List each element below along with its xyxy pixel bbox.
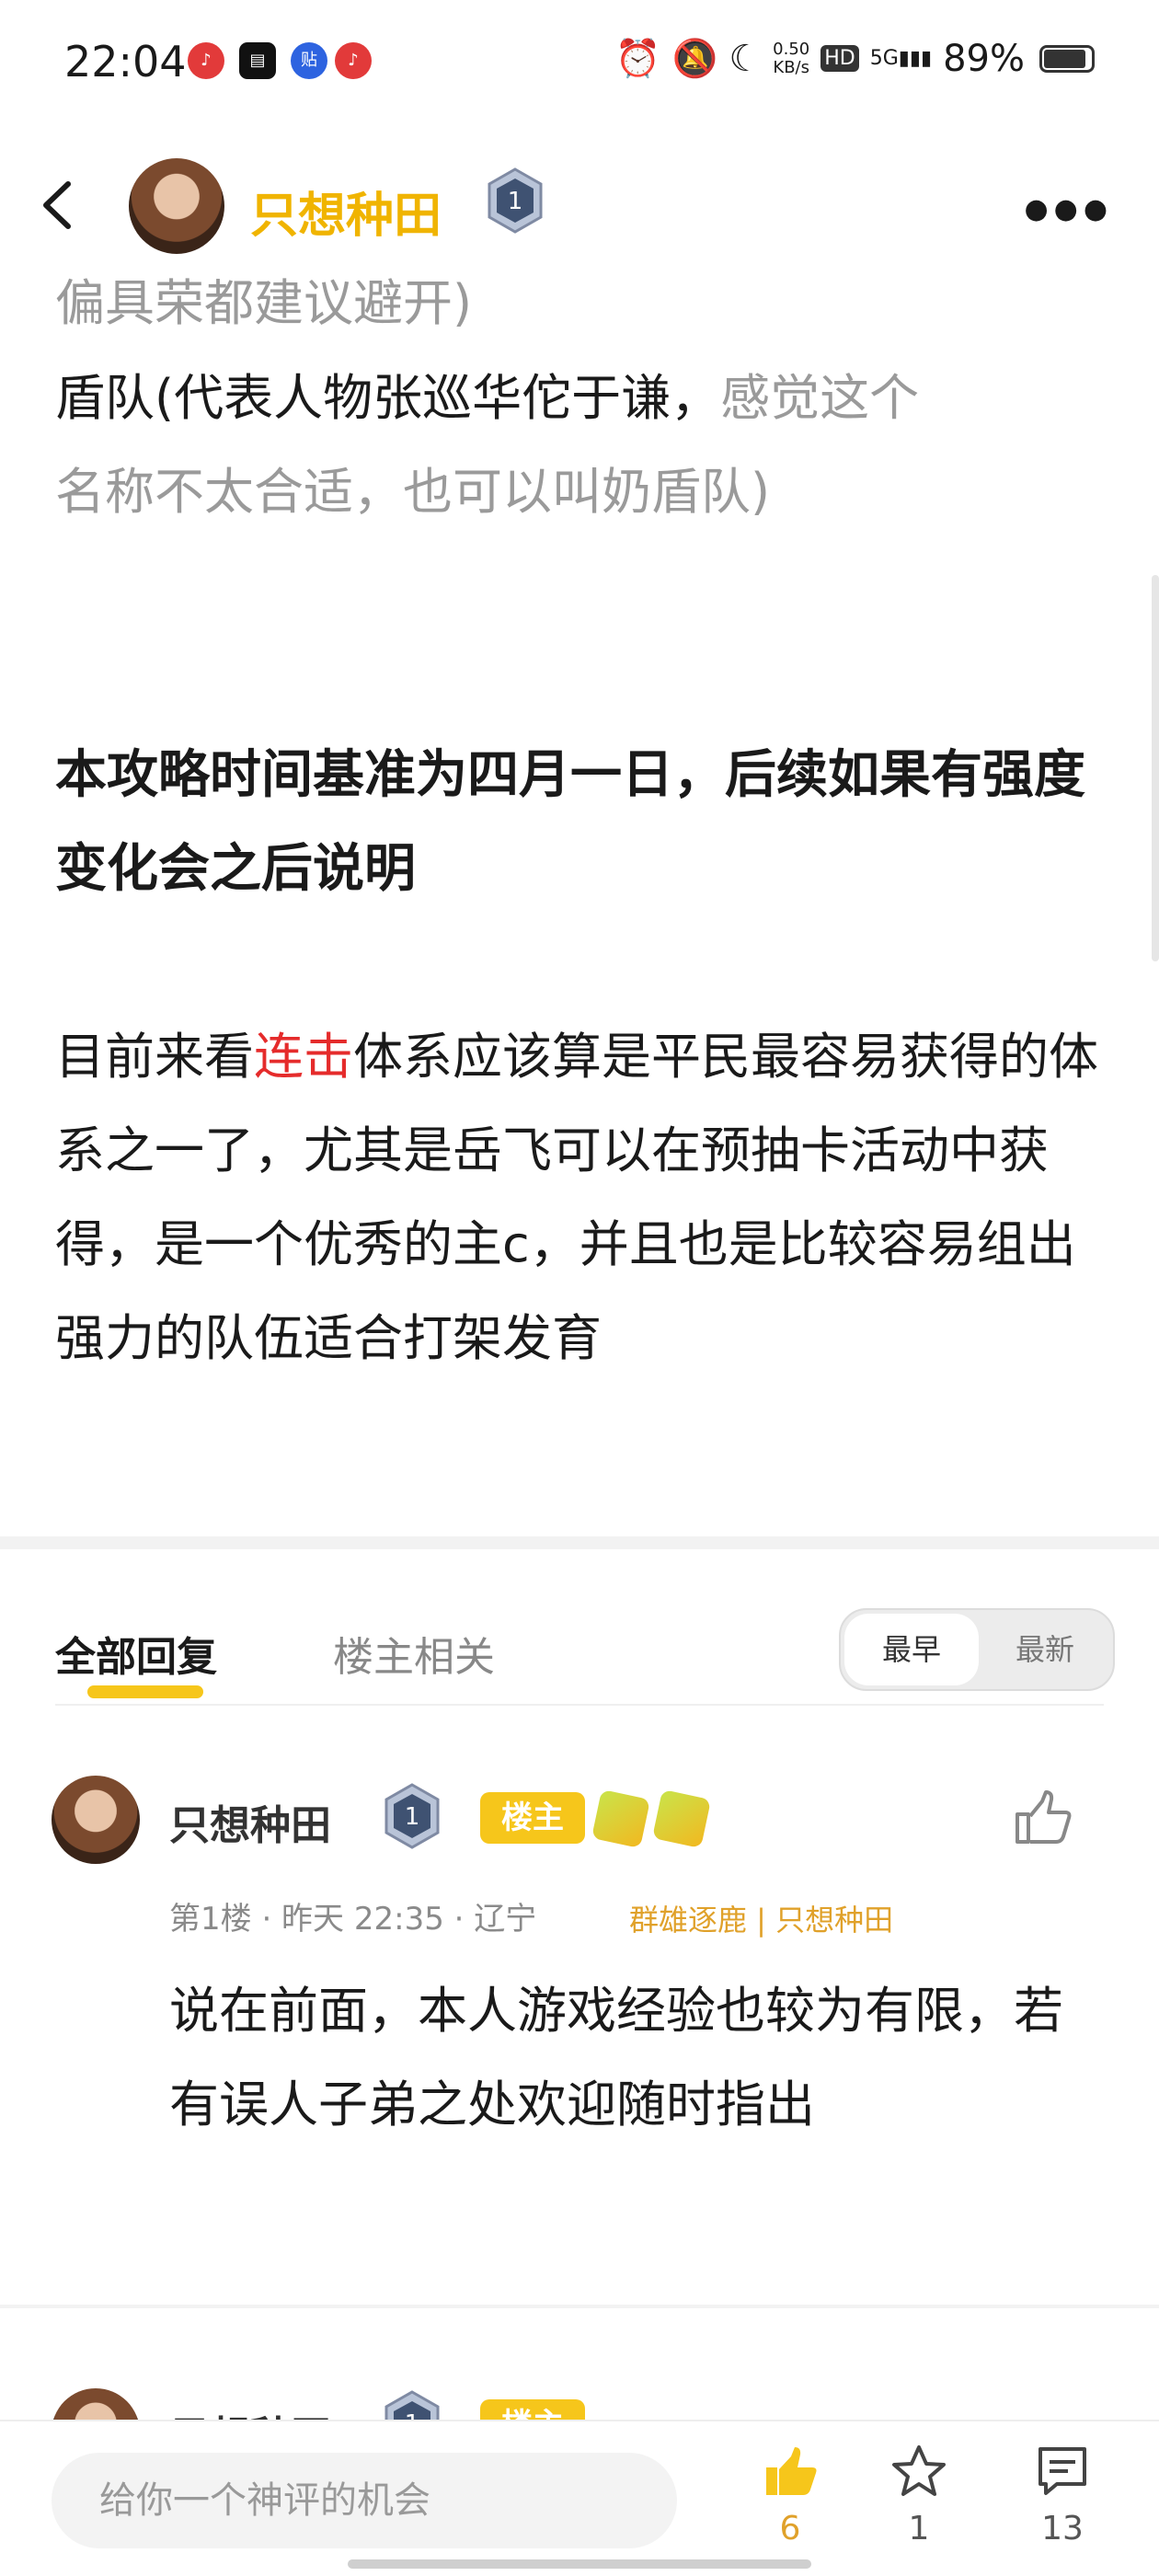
status-right: ⏰ 🔕 ☾ 0.50 KB/s HD 5G▮▮▮ 89% [615, 37, 1095, 80]
like-count: 6 [779, 2510, 801, 2547]
comment-divider [0, 2305, 1159, 2308]
home-indicator[interactable] [348, 2559, 811, 2569]
op-badge: 楼主 [480, 1792, 585, 1844]
mute-icon: 🔕 [671, 38, 718, 80]
level-number: 1 [405, 1803, 420, 1831]
signal-icon: 5G▮▮▮ [869, 47, 933, 70]
star-icon [892, 2445, 946, 2496]
comment-icon [1039, 2447, 1086, 2495]
status-bar: 22:04 ♪ ▤ 贴 ♪ ⏰ 🔕 ☾ 0.50 KB/s HD 5G▮▮▮ 89… [0, 0, 1159, 129]
like-button[interactable]: 6 [740, 2442, 841, 2547]
more-options-icon[interactable]: ●●● [1024, 193, 1113, 225]
active-tab-indicator [87, 1685, 203, 1698]
comment-count: 13 [1041, 2510, 1084, 2547]
network-type: 5G [869, 47, 899, 70]
battery-level: 89% [943, 37, 1025, 80]
level-badge: 1 [486, 167, 545, 234]
news-app-icon: ▤ [239, 42, 276, 79]
comment-avatar[interactable] [52, 2388, 140, 2420]
section-divider [0, 1536, 1159, 1549]
divider-line [55, 1704, 1104, 1706]
favorite-button[interactable]: 1 [868, 2442, 970, 2547]
shield-text: 盾队(代表人物张巡华佗于谦， [55, 369, 721, 427]
back-icon[interactable] [28, 173, 92, 237]
battery-icon [1039, 44, 1095, 73]
body-text-a: 目前来看 [55, 1028, 254, 1086]
thumbs-up-filled-icon [766, 2447, 817, 2495]
netease-music-icon: ♪ [188, 42, 224, 79]
netease-music-icon-2: ♪ [335, 42, 372, 79]
alarm-icon: ⏰ [614, 38, 661, 80]
scrollbar[interactable] [1152, 575, 1159, 961]
author-avatar[interactable] [129, 158, 224, 254]
post-notice: 本攻略时间基准为四月一日，后续如果有强度变化会之后说明 [55, 745, 1085, 899]
comment-avatar[interactable] [52, 1776, 140, 1864]
level-badge: 1 [383, 1783, 442, 1849]
medal-icon [591, 1788, 651, 1849]
net-speed-value: 0.50 [773, 39, 810, 59]
comment-author[interactable]: 只想种田 [169, 2403, 331, 2420]
comment-text: 说在前面，本人游戏经验也较为有限，若有误人子弟之处欢迎随时指出 [169, 1982, 1063, 2133]
post-cut-line: 偏具荣都建议避开) [55, 276, 473, 331]
author-name[interactable]: 只想种田 [250, 177, 442, 246]
op-badge: 楼主 [480, 2399, 585, 2420]
comment-author[interactable]: 只想种田 [169, 1792, 331, 1851]
net-speed: 0.50 KB/s [773, 40, 809, 77]
level-number: 1 [508, 188, 523, 215]
moon-icon: ☾ [729, 37, 763, 80]
bottom-action-bar: 给你一个神评的机会 6 1 13 [0, 2420, 1159, 2576]
thumbs-up-icon[interactable] [1008, 1785, 1073, 1849]
level-number: 1 [405, 2410, 420, 2420]
tieba-icon: 贴 [291, 42, 327, 79]
comment-server-tag[interactable]: 群雄逐鹿 | 只想种田 [629, 1897, 893, 1939]
level-badge: 1 [383, 2390, 442, 2420]
tab-op-related[interactable]: 楼主相关 [333, 1624, 495, 1683]
comment-meta: 第1楼 · 昨天 22:35 · 辽宁 [169, 1901, 537, 1938]
tab-all-replies[interactable]: 全部回复 [55, 1624, 217, 1683]
clock: 22:04 [64, 37, 187, 86]
medal-icon-2 [651, 1788, 712, 1849]
sort-toggle: 最早 最新 [839, 1608, 1115, 1691]
post-body: 目前来看连击体系应该算是平民最容易获得的体系之一了，尤其是岳飞可以在预抽卡活动中… [55, 1010, 1113, 1386]
combo-highlight[interactable]: 连击 [254, 1028, 353, 1086]
shield-note-cont: 名称不太合适，也可以叫奶盾队) [55, 463, 771, 521]
shield-note: 感觉这个 [720, 369, 920, 427]
comment-button[interactable]: 13 [1012, 2442, 1113, 2547]
post-shield-paragraph: 盾队(代表人物张巡华佗于谦，感觉这个 名称不太合适，也可以叫奶盾队) [55, 351, 1113, 539]
sort-earliest-button[interactable]: 最早 [844, 1614, 979, 1685]
favorite-count: 1 [908, 2510, 930, 2547]
sort-newest-button[interactable]: 最新 [981, 1614, 1109, 1685]
hd-icon: HD [820, 45, 859, 72]
comment-2-partial: 只想种田 楼主 1 [0, 2355, 1159, 2420]
post-header: 只想种田 1 ●●● [0, 147, 1159, 267]
reply-input[interactable]: 给你一个神评的机会 [52, 2453, 677, 2548]
net-speed-unit: KB/s [773, 57, 809, 77]
